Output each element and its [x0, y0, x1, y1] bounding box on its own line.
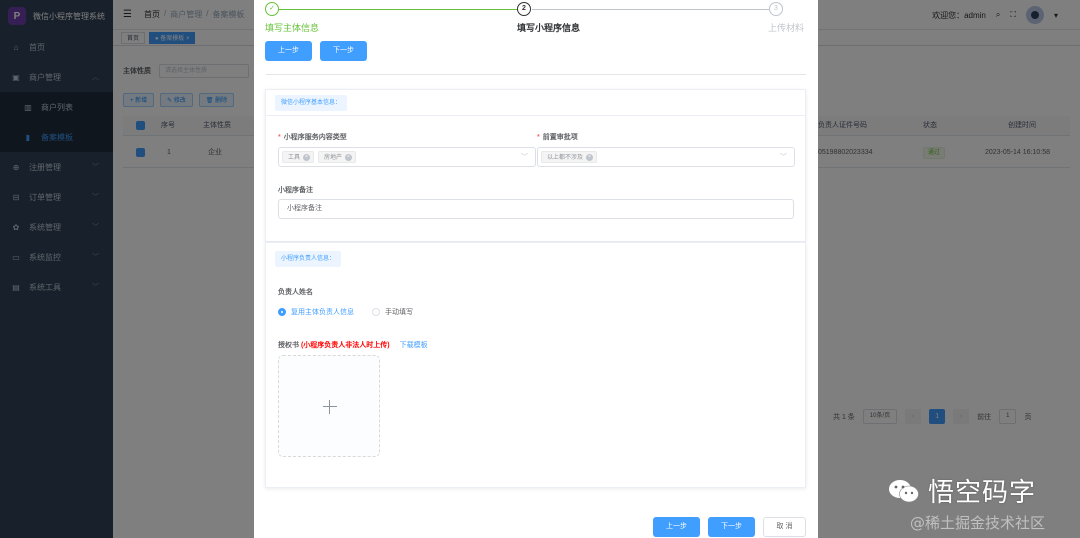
card-header: 微信小程序基本信息： — [266, 90, 805, 116]
top-next-button[interactable]: 下一步 — [320, 41, 367, 61]
step-current-icon: 2 — [517, 2, 531, 16]
divider — [266, 74, 806, 75]
remark-input[interactable]: 小程序备注 — [278, 199, 794, 219]
authorization-label: 授权书 — [278, 342, 299, 349]
step-title-2: 填写小程序信息 — [517, 23, 581, 33]
approval-select[interactable]: 以上都不涉及 × ﹀ — [537, 147, 795, 167]
card-header: 小程序负责人信息： — [266, 243, 805, 267]
chevron-down-icon: ﹀ — [521, 154, 528, 161]
owner-radio-group: 复用主体负责人信息 手动填写 — [278, 307, 431, 317]
service-type-select[interactable]: 工具 × 房地产 × ﹀ — [278, 147, 536, 167]
chip-label: 房地产 — [324, 155, 343, 161]
radio-reuse-label[interactable]: 复用主体负责人信息 — [291, 307, 354, 317]
step-wait-icon: 3 — [769, 2, 783, 16]
step-done-icon: ✓ — [265, 2, 279, 16]
owner-info-card: 小程序负责人信息： 负责人姓名 复用主体负责人信息 手动填写 授权书 (小程序负… — [265, 242, 806, 488]
service-type-label: * 小程序服务内容类型 — [278, 132, 347, 142]
required-mark: * — [278, 134, 281, 141]
owner-name-label: 负责人姓名 — [278, 289, 313, 296]
download-template-link[interactable]: 下载模板 — [400, 342, 428, 349]
step-line-done — [273, 9, 523, 10]
step-title-1: 填写主体信息 — [265, 23, 320, 33]
tag-chip: 工具 × — [282, 151, 315, 163]
chip-label: 工具 — [288, 155, 301, 161]
footer-next-button[interactable]: 下一步 — [708, 517, 755, 537]
step-title-3: 上传材料 — [768, 23, 805, 33]
close-icon[interactable]: × — [586, 153, 594, 161]
watermark-source: @稀土掘金技术社区 — [910, 514, 1046, 532]
approval-label-text: 前置审批项 — [542, 134, 578, 141]
required-mark: * — [537, 134, 540, 141]
chip-label: 以上都不涉及 — [547, 155, 584, 161]
authorization-row: 授权书 (小程序负责人非法人时上传) 下载模板 — [278, 340, 428, 350]
radio-manual-label[interactable]: 手动填写 — [385, 307, 413, 317]
chevron-down-icon: ﹀ — [780, 154, 787, 161]
close-icon[interactable]: × — [345, 153, 353, 161]
step-line-wait — [532, 9, 769, 10]
section-tag: 微信小程序基本信息： — [275, 95, 348, 111]
steps: ✓ 2 3 填写主体信息 填写小程序信息 上传材料 — [254, 0, 818, 36]
service-type-label-text: 小程序服务内容类型 — [283, 134, 347, 141]
authorization-warning: (小程序负责人非法人时上传) — [300, 342, 390, 349]
radio-manual[interactable] — [372, 308, 380, 316]
plus-icon — [329, 400, 330, 414]
radio-reuse[interactable] — [278, 308, 286, 316]
close-icon[interactable]: × — [303, 153, 311, 161]
cancel-button[interactable]: 取 消 — [763, 517, 806, 537]
section-tag: 小程序负责人信息： — [275, 251, 342, 267]
miniprogram-dialog: ✓ 2 3 填写主体信息 填写小程序信息 上传材料 上一步 下一步 微信小程序基… — [254, 0, 818, 538]
tag-chip: 以上都不涉及 × — [541, 151, 598, 163]
watermark-title: 悟空码字 — [928, 478, 1037, 508]
top-prev-button[interactable]: 上一步 — [265, 41, 312, 61]
watermark: 悟空码字 — [888, 472, 1036, 509]
authorization-upload[interactable] — [278, 355, 380, 457]
tag-chip: 房地产 × — [318, 151, 357, 163]
plus-icon — [323, 406, 337, 407]
wechat-icon — [888, 478, 920, 504]
basic-info-card: 微信小程序基本信息： * 小程序服务内容类型 工具 × 房地产 × ﹀ * 前置审批项 … — [265, 89, 806, 242]
approval-label: * 前置审批项 — [537, 132, 578, 142]
footer-prev-button[interactable]: 上一步 — [653, 517, 700, 537]
remark-label: 小程序备注 — [278, 187, 313, 194]
